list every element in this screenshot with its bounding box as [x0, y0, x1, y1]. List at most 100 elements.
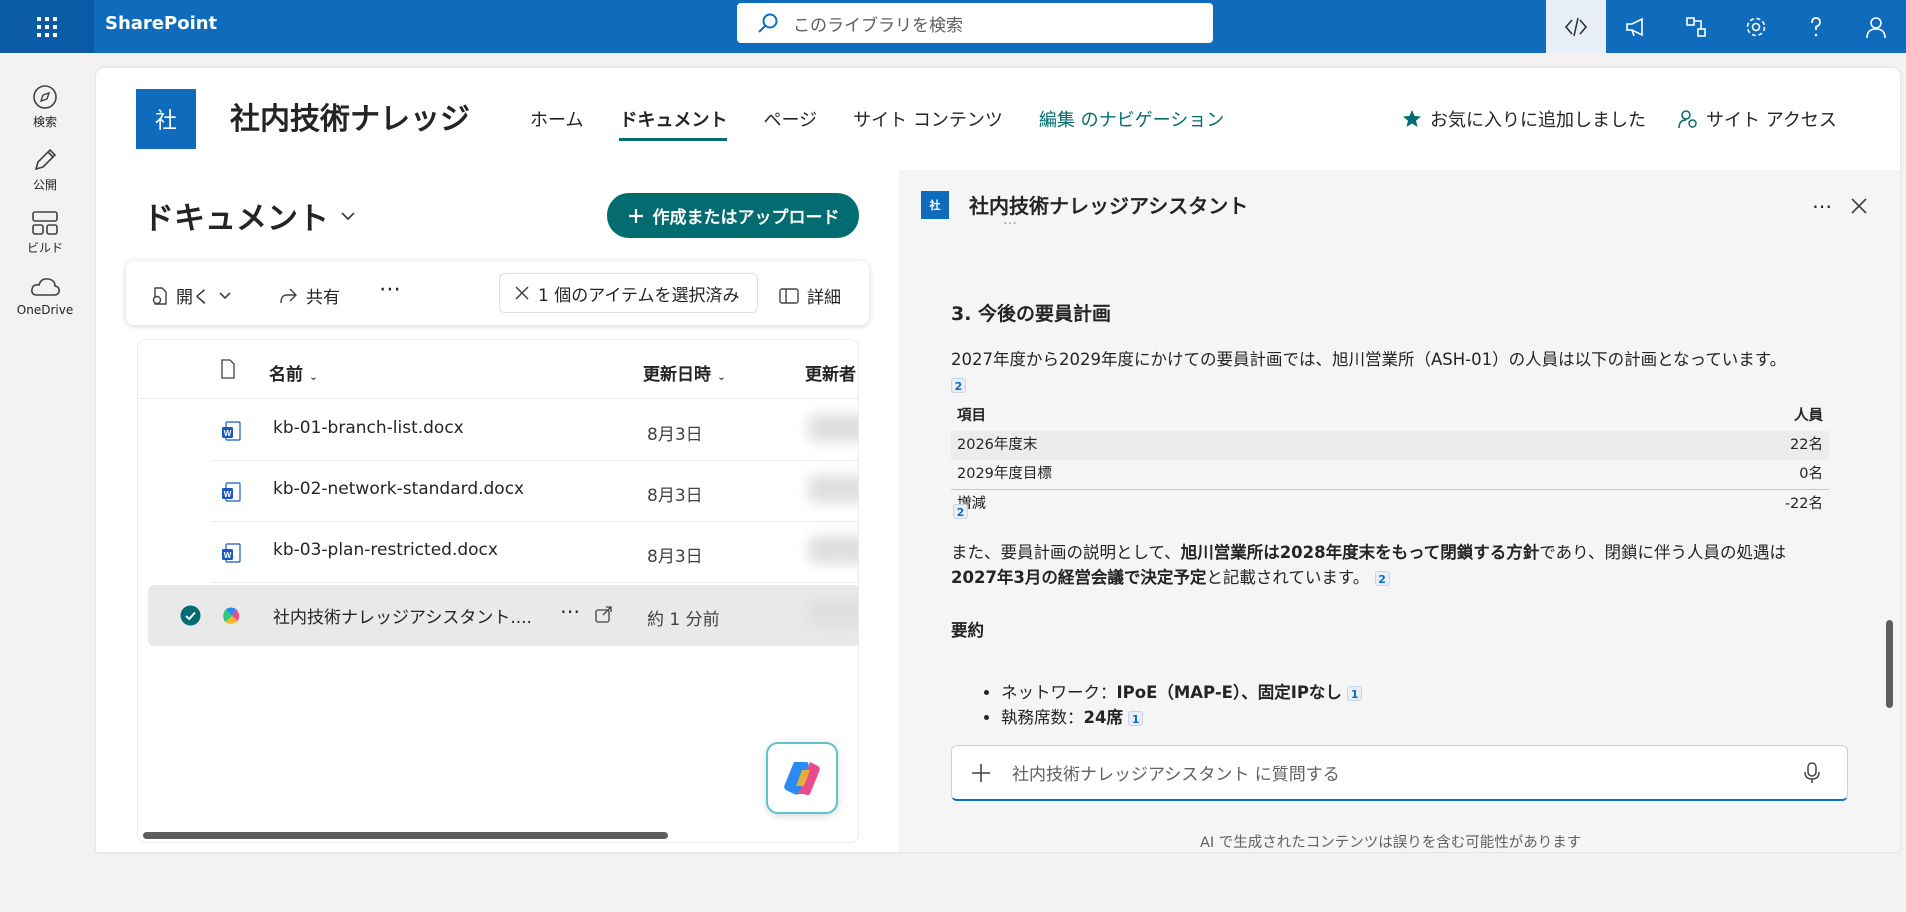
file-name[interactable]: kb-03-plan-restricted.docx — [273, 540, 498, 560]
file-modified: 約 1 分前 — [647, 610, 720, 630]
rail-publish[interactable]: 公開 — [0, 146, 90, 193]
intro-paragraph: 2027年度から2029年度にかけての要員計画では、旭川営業所（ASH-01）の… — [951, 347, 1831, 397]
share-button[interactable]: 共有 — [278, 283, 340, 308]
microphone-icon[interactable] — [1803, 761, 1821, 784]
citation-badge[interactable]: 1 — [1128, 711, 1144, 726]
intro-text: 2027年度から2029年度にかけての要員計画では、旭川営業所（ASH-01）の… — [951, 350, 1787, 369]
settings-button[interactable] — [1726, 0, 1786, 53]
citation-badge[interactable]: 2 — [1374, 571, 1390, 586]
word-doc-icon: W — [220, 542, 242, 569]
selection-label: 1 個のアイテムを選択済み — [538, 285, 740, 306]
word-doc-icon: W — [220, 481, 242, 508]
gear-icon — [1746, 17, 1766, 36]
create-upload-label: 作成またはアップロード — [652, 208, 840, 228]
details-pane-icon — [779, 287, 799, 304]
copilot-agent-icon — [220, 605, 242, 632]
citation-badge[interactable]: 1 — [1347, 686, 1363, 701]
plus-icon[interactable] — [970, 762, 992, 784]
list-header: 名前 ⌄ 更新日時 ⌄ 更新者 — [138, 340, 858, 399]
assistant-more-button[interactable]: ⋯ — [1812, 194, 1832, 218]
horizontal-scrollbar[interactable] — [143, 832, 668, 839]
checkmark-circle-icon — [180, 605, 201, 626]
section-heading: 3. 今後の要員計画 — [951, 303, 1112, 325]
file-name[interactable]: kb-02-network-standard.docx — [273, 479, 524, 499]
account-button[interactable] — [1846, 0, 1906, 53]
row-more-button[interactable]: ⋯ — [560, 599, 580, 623]
help-button[interactable] — [1786, 0, 1846, 53]
details-button[interactable]: 詳細 — [779, 283, 841, 308]
nav-documents[interactable]: ドキュメント — [619, 106, 728, 141]
rail-build[interactable]: ビルド — [0, 209, 90, 256]
site-logo[interactable]: 社 — [136, 89, 196, 149]
table-header-item: 項目 — [957, 408, 986, 424]
app-launcher-button[interactable] — [0, 0, 94, 53]
code-icon — [1564, 17, 1588, 36]
search-input[interactable]: このライブラリを検索 — [793, 11, 963, 36]
chevron-down-icon: ⌄ — [716, 370, 727, 383]
assistant-response: … 3. 今後の要員計画 2027年度から2029年度にかけての要員計画では、旭… — [951, 217, 1831, 912]
close-icon — [1851, 198, 1867, 214]
nav-site-contents[interactable]: サイト コンテンツ — [853, 106, 1003, 141]
column-modified-by[interactable]: 更新者 — [805, 360, 856, 385]
closure-text-b: 旭川営業所は2028年度末をもって閉鎖する方針 — [1180, 543, 1540, 562]
rail-onedrive[interactable]: OneDrive — [0, 273, 90, 317]
site-access-button[interactable]: サイト アクセス — [1678, 106, 1837, 132]
search-box[interactable]: このライブラリを検索 — [737, 3, 1213, 43]
table-row-selected[interactable]: 社内技術ナレッジアシスタント.... ⋯ 約 1 分前 — [148, 585, 858, 646]
file-type-header-icon[interactable] — [220, 359, 236, 384]
announcement-button[interactable] — [1606, 0, 1666, 53]
share-icon — [595, 606, 612, 623]
more-actions-button[interactable]: ⋯ — [379, 277, 401, 302]
column-modified[interactable]: 更新日時 ⌄ — [643, 360, 726, 385]
table-row[interactable]: W kb-01-branch-list.docx 8月3日 — [138, 400, 858, 461]
row-checkbox[interactable] — [180, 605, 201, 631]
copilot-icon — [784, 762, 820, 795]
nav-home[interactable]: ホーム — [530, 106, 583, 141]
column-name-label: 名前 — [269, 365, 303, 385]
table-row[interactable]: W kb-03-plan-restricted.docx 8月3日 — [138, 522, 858, 583]
assistant-title: 社内技術ナレッジアシスタント — [969, 194, 1249, 218]
assistant-header: 社 社内技術ナレッジアシスタント — [921, 190, 1248, 219]
assistant-scrollbar[interactable] — [1886, 620, 1893, 708]
summary-label: 執務席数： — [1001, 708, 1084, 727]
table-row: 2026年度末 22名 — [951, 431, 1829, 460]
citation-badge[interactable]: 2 — [951, 378, 966, 393]
nav-pages[interactable]: ページ — [763, 106, 817, 141]
create-upload-button[interactable]: 作成またはアップロード — [607, 193, 859, 238]
row-share-button[interactable] — [594, 604, 614, 629]
file-modified: 8月3日 — [647, 486, 703, 506]
citation-badge[interactable]: 2 — [953, 504, 968, 519]
table-row: 2029年度目標 0名 — [951, 460, 1829, 490]
open-label: 開く — [176, 288, 210, 308]
table-header-people: 人員 — [1794, 408, 1823, 424]
modified-by-avatar — [808, 475, 858, 503]
selection-indicator[interactable]: 1 個のアイテムを選択済み — [499, 273, 758, 313]
table-cell: 0名 — [1548, 460, 1829, 490]
column-name[interactable]: 名前 ⌄ — [269, 360, 318, 385]
details-label: 詳細 — [807, 288, 841, 308]
left-rail: 検索 公開 ビルド OneDrive — [0, 53, 90, 852]
rail-search[interactable]: 検索 — [0, 83, 90, 130]
file-name[interactable]: kb-01-branch-list.docx — [273, 418, 464, 438]
assistant-close-button[interactable] — [1851, 198, 1867, 218]
table-row[interactable]: W kb-02-network-standard.docx 8月3日 — [138, 461, 858, 522]
diagram-button[interactable] — [1666, 0, 1726, 53]
copilot-button[interactable] — [766, 742, 838, 814]
ask-input[interactable]: 社内技術ナレッジアシスタント に質問する — [1012, 760, 1340, 785]
chevron-down-icon — [341, 211, 355, 220]
file-name[interactable]: 社内技術ナレッジアシスタント.... — [273, 603, 532, 628]
library-title[interactable]: ドキュメント — [143, 193, 357, 238]
rail-publish-label: 公開 — [32, 178, 57, 192]
brand-name[interactable]: SharePoint — [105, 13, 217, 34]
library-title-text: ドキュメント — [143, 201, 329, 237]
favorite-button[interactable]: お気に入りに追加しました — [1402, 106, 1646, 132]
modified-by-avatar — [808, 599, 858, 627]
dev-tools-button[interactable] — [1546, 0, 1606, 53]
ask-box[interactable]: 社内技術ナレッジアシスタント に質問する — [951, 745, 1848, 801]
flow-icon — [1686, 16, 1706, 37]
open-button[interactable]: 開く — [150, 283, 232, 308]
file-modified: 8月3日 — [647, 425, 703, 445]
site-title[interactable]: 社内技術ナレッジ — [230, 94, 470, 138]
nav-edit-navigation[interactable]: 編集 のナビゲーション — [1039, 106, 1224, 141]
search-icon — [758, 13, 778, 33]
